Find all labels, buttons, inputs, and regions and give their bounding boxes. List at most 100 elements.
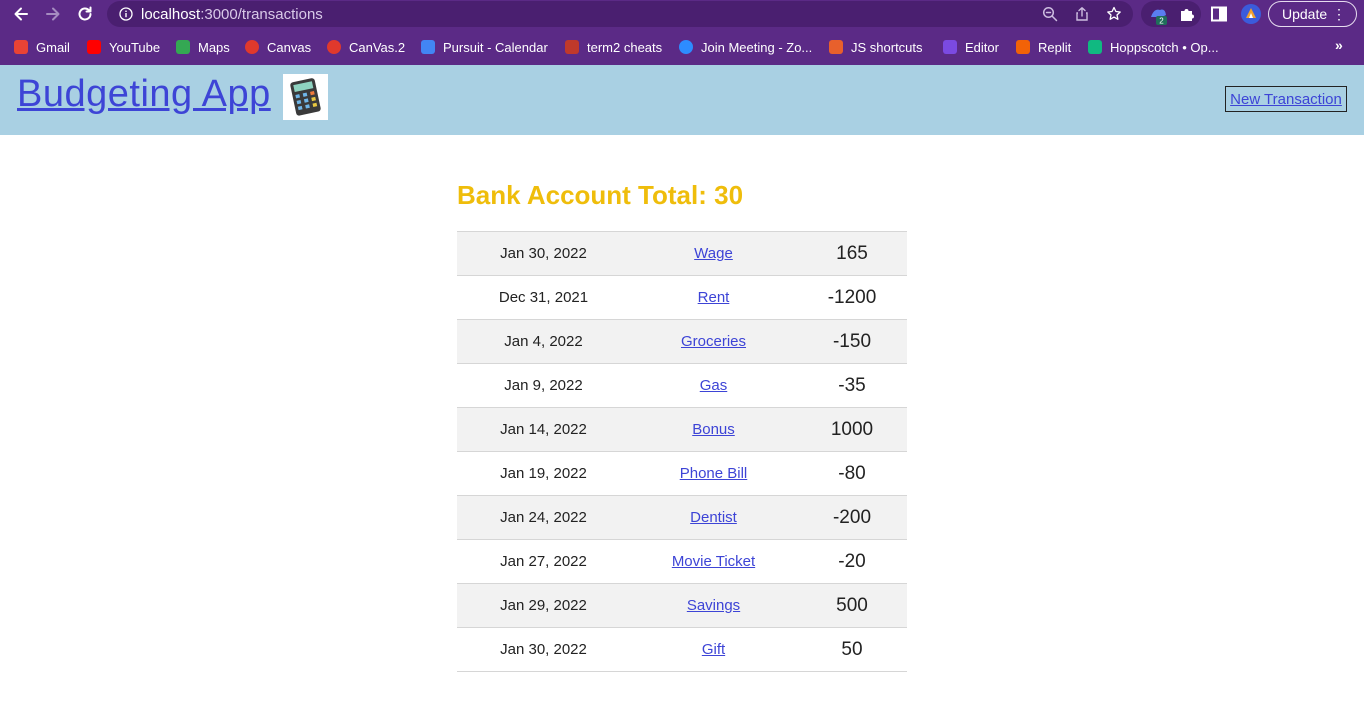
bank-account-total: Bank Account Total: 30 [457,180,744,210]
transaction-date: Jan 19, 2022 [457,451,630,496]
transaction-name-link[interactable]: Bonus [692,421,735,438]
transaction-name-cell: Dentist [630,495,797,540]
transaction-name-link[interactable]: Phone Bill [680,465,748,482]
table-row: Dec 31, 2021 Rent -1200 [457,275,907,320]
profile-avatar-icon[interactable] [1240,3,1262,25]
transaction-date: Jan 27, 2022 [457,539,630,584]
app-title-link[interactable]: Budgeting App [17,73,271,116]
transaction-date: Jan 30, 2022 [457,627,630,672]
transaction-amount: -35 [797,363,907,408]
bookmark-label: CanVas.2 [349,39,406,55]
transaction-date: Dec 31, 2021 [457,275,630,320]
table-row: Jan 19, 2022 Phone Bill -80 [457,451,907,496]
transaction-amount: -80 [797,451,907,496]
bookmark-item[interactable]: Canvas [245,39,311,55]
canvas-icon [327,40,341,54]
transaction-name-link[interactable]: Movie Ticket [672,553,755,570]
reload-icon[interactable] [74,3,96,25]
transactions-table: Jan 30, 2022 Wage 165 Dec 31, 2021 Rent -1200… [457,231,907,672]
calendar-icon [421,40,435,54]
bookmark-item[interactable]: Gmail [14,39,70,55]
bookmarks-overflow-icon[interactable]: » [1335,37,1343,53]
transaction-name-link[interactable]: Gas [700,377,728,394]
youtube-icon [87,40,101,54]
browser-toolbar: localhost:3000/transactions 2 Update ⋮ [0,0,1364,29]
bookmark-item[interactable]: Join Meeting - Zo... [679,39,812,55]
transaction-name-link[interactable]: Savings [687,597,740,614]
svg-text:2: 2 [1159,17,1164,26]
editor-icon [943,40,957,54]
update-button[interactable]: Update ⋮ [1268,1,1357,27]
transaction-name-cell: Groceries [630,319,797,364]
bookmark-item[interactable]: JS shortcuts [829,39,923,55]
transaction-amount: 500 [797,583,907,628]
transaction-name-cell: Phone Bill [630,451,797,496]
transaction-amount: -1200 [797,275,907,320]
maps-icon [176,40,190,54]
bookmark-item[interactable]: CanVas.2 [327,39,405,55]
transaction-name-link[interactable]: Gift [702,641,725,658]
puzzle-icon[interactable] [1178,5,1196,23]
calculator-icon [283,74,328,120]
bookmark-label: YouTube [109,39,161,55]
table-row: Jan 27, 2022 Movie Ticket -20 [457,539,907,584]
browser-chrome: localhost:3000/transactions 2 Update ⋮ »… [0,0,1364,65]
transaction-amount: -20 [797,539,907,584]
bookmark-item[interactable]: Hoppscotch • Op... [1088,39,1219,55]
transaction-amount: 165 [797,231,907,276]
forward-icon[interactable] [42,3,64,25]
term-icon [565,40,579,54]
bookmark-item[interactable]: Maps [176,39,230,55]
transaction-name-link[interactable]: Groceries [681,333,746,350]
table-row: Jan 14, 2022 Bonus 1000 [457,407,907,452]
back-icon[interactable] [10,3,32,25]
bookmark-star-icon[interactable] [1106,6,1122,22]
transaction-name-cell: Gas [630,363,797,408]
table-row: Jan 4, 2022 Groceries -150 [457,319,907,364]
zoom-icon[interactable] [1042,6,1058,22]
bookmark-label: JS shortcuts [851,39,923,55]
transaction-name-cell: Savings [630,583,797,628]
bookmark-item[interactable]: YouTube [87,39,160,55]
transaction-date: Jan 9, 2022 [457,363,630,408]
bookmark-label: Editor [965,39,999,55]
transaction-name-link[interactable]: Rent [698,289,730,306]
transaction-name-link[interactable]: Wage [694,245,733,262]
share-icon[interactable] [1074,6,1090,22]
transaction-name-link[interactable]: Dentist [690,509,737,526]
transaction-date: Jan 29, 2022 [457,583,630,628]
url-text[interactable]: localhost:3000/transactions [141,6,323,23]
bookmark-item[interactable]: Replit [1016,39,1071,55]
hoppscotch-icon [1088,40,1102,54]
gmail-icon [14,40,28,54]
bookmark-label: Gmail [36,39,70,55]
transaction-name-cell: Wage [630,231,797,276]
address-bar[interactable]: localhost:3000/transactions [107,1,1133,27]
bookmark-item[interactable]: Editor [943,39,999,55]
bookmark-label: Maps [198,39,230,55]
transaction-amount: -200 [797,495,907,540]
new-transaction-button[interactable]: New Transaction [1225,86,1347,112]
bookmark-label: Replit [1038,39,1072,55]
transaction-date: Jan 14, 2022 [457,407,630,452]
menu-dots-icon[interactable]: ⋮ [1332,6,1346,22]
transaction-name-cell: Rent [630,275,797,320]
bookmark-label: Canvas [267,39,312,55]
bookmark-item[interactable]: term2 cheats [565,39,662,55]
extension-icon[interactable]: 2 [1148,4,1170,26]
info-icon[interactable] [119,7,133,21]
transaction-amount: 1000 [797,407,907,452]
bookmark-label: Join Meeting - Zo... [701,39,813,55]
transaction-amount: 50 [797,627,907,672]
transaction-name-cell: Movie Ticket [630,539,797,584]
table-row: Jan 30, 2022 Wage 165 [457,231,907,276]
bookmarks-bar: » Gmail YouTube Maps Canvas CanVas.2 Pursuit … [0,29,1364,65]
transaction-date: Jan 30, 2022 [457,231,630,276]
app-header: Budgeting App New Transaction [0,65,1364,135]
bookmark-label: Hoppscotch • Op... [1110,39,1219,55]
transaction-amount: -150 [797,319,907,364]
transaction-name-cell: Bonus [630,407,797,452]
bookmark-label: Pursuit - Calendar [443,39,548,55]
bookmark-item[interactable]: Pursuit - Calendar [421,39,548,55]
side-panel-icon[interactable] [1210,5,1228,23]
